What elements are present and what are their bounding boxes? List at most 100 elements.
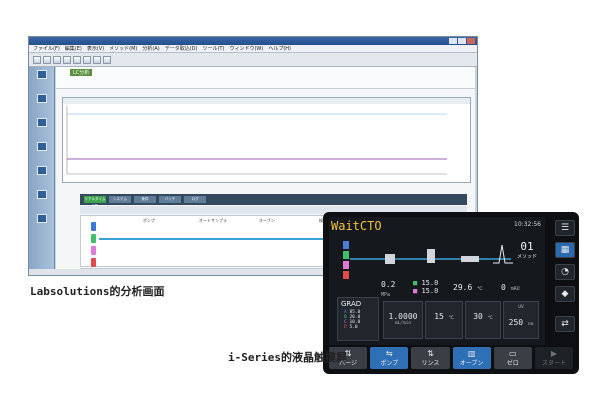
flow-line <box>99 238 349 240</box>
grad-ch-d: D <box>344 325 347 330</box>
panel-button-row: ⇅ パージ ⇆ ポンプ ⇅ リンス ▥ オーブン ▭ ゼロ ▶ スタート <box>329 347 574 369</box>
conditions-tab[interactable]: 条件 <box>134 196 156 203</box>
pump-button[interactable]: ⇆ ポンプ <box>370 347 409 369</box>
c-conc-readout: ■ 15.0 <box>413 287 438 295</box>
zero-button[interactable]: ▭ ゼロ <box>493 347 532 369</box>
bottle-b-icon <box>343 251 349 259</box>
method-indicator[interactable]: 01 メソッド <box>517 240 537 260</box>
toolbar-button[interactable] <box>33 55 41 64</box>
autosampler-temp-value: 15 ℃ <box>426 312 462 321</box>
touch-screen: WaitCTO 10:32:56 01 メソッド 0.2 MPa ■ 15.0 … <box>329 217 545 345</box>
flow-rate-unit: mL/min <box>394 321 412 326</box>
toolbar-button[interactable] <box>63 55 71 64</box>
wavelength-unit: nm <box>527 322 534 327</box>
swap-arrows-icon[interactable]: ⇄ <box>555 316 575 332</box>
window-titlebar <box>29 37 477 45</box>
b-conc-value: 15.0 <box>421 279 439 287</box>
toolbar-button[interactable] <box>53 55 61 64</box>
batch-tab[interactable]: バッチ <box>159 196 181 203</box>
oven-label: オーブン <box>459 359 484 367</box>
nav-item[interactable] <box>31 190 52 208</box>
oven-temp-readout: 29.6 ℃ <box>453 283 483 292</box>
gradient-label: GRAD <box>341 300 362 308</box>
maximize-button[interactable] <box>458 38 466 44</box>
settings-diamond-icon[interactable]: ◆ <box>555 286 575 302</box>
nav-icon <box>36 166 47 175</box>
pump-label: ポンプ <box>143 218 155 223</box>
menubar: ファイル(F) 編集(E) 表示(V) メソッド(M) 分析(A) データ取込(… <box>29 45 477 53</box>
menu-analysis[interactable]: 分析(A) <box>142 45 159 52</box>
menu-help[interactable]: ヘルプ(H) <box>268 45 291 52</box>
caption-labsolutions: Labsolutions的分析画面 <box>30 285 165 298</box>
acquisition-label: LC分析 <box>70 69 93 76</box>
system-tab[interactable]: システム <box>109 196 131 203</box>
c-conc-value: 15.0 <box>421 287 439 295</box>
menu-tools[interactable]: ツール(T) <box>202 45 224 52</box>
menu-method[interactable]: メソッド(M) <box>109 45 137 52</box>
flow-rate-card[interactable]: 1.0000 mL/min <box>383 301 423 339</box>
wavelength-card[interactable]: UV 250 nm <box>503 301 539 339</box>
as-temp-number: 15 <box>434 312 444 321</box>
oven-set-unit: ℃ <box>487 316 493 321</box>
bottle-a-icon <box>343 241 349 249</box>
detector-unit: mAU <box>510 286 520 292</box>
rinse-label: リンス <box>421 359 440 367</box>
touch-panel: WaitCTO 10:32:56 01 メソッド 0.2 MPa ■ 15.0 … <box>323 212 579 374</box>
method-number: 01 <box>520 240 534 253</box>
nav-item[interactable] <box>31 118 52 136</box>
toolbar-button[interactable] <box>43 55 51 64</box>
menu-edit[interactable]: 編集(E) <box>65 45 82 52</box>
nav-icon <box>36 118 47 127</box>
oven-label: オーブン <box>259 218 275 223</box>
system-view-icon[interactable]: ▦ <box>555 242 575 258</box>
start-icon: ▶ <box>550 348 558 358</box>
flow-rate-value: 1.0000 <box>388 312 418 321</box>
status-toolbar: リアルタイム分析 システム 条件 バッチ ログ <box>80 194 467 208</box>
solvent-bottle-b <box>91 234 96 243</box>
nav-item[interactable] <box>31 142 52 160</box>
bottle-d-icon <box>343 271 349 279</box>
pump-icon <box>385 254 395 264</box>
toolbar-button[interactable] <box>83 55 91 64</box>
log-tab[interactable]: ログ <box>184 196 206 203</box>
nav-item[interactable] <box>31 94 52 112</box>
toolbar-button[interactable] <box>73 55 81 64</box>
toolbar-button[interactable] <box>93 55 101 64</box>
nav-item[interactable] <box>31 166 52 184</box>
nav-item[interactable] <box>31 70 52 88</box>
clock-icon[interactable]: ◔ <box>555 264 575 280</box>
start-button[interactable]: ▶ スタート <box>534 347 574 369</box>
panel-clock: 10:32:56 <box>514 221 541 228</box>
toolbar-button[interactable] <box>103 55 111 64</box>
menu-list-icon[interactable]: ☰ <box>555 220 575 236</box>
solvent-bottle-d <box>91 258 96 267</box>
rinse-button[interactable]: ⇅ リンス <box>411 347 450 369</box>
gradient-card[interactable]: GRAD A 85.0 B 20.0 C 10.0 D 5.0 <box>337 297 379 341</box>
menu-file[interactable]: ファイル(F) <box>33 45 60 52</box>
caption-iseries: i-Series的液晶触摸屏 <box>228 351 347 364</box>
oven-set-card[interactable]: 30 ℃ <box>465 301 501 339</box>
menu-window[interactable]: ウィンドウ(W) <box>229 45 263 52</box>
menu-view[interactable]: 表示(V) <box>87 45 104 52</box>
chromatogram-view <box>62 97 471 183</box>
minimize-button[interactable] <box>449 38 457 44</box>
bottle-c-icon <box>343 261 349 269</box>
wavelength-value: 250 nm <box>504 318 538 327</box>
nav-item[interactable] <box>31 214 52 232</box>
detector-readout: 0 mAU <box>501 283 520 292</box>
panel-status-title: WaitCTO <box>331 219 382 233</box>
grad-row-d: D 5.0 <box>338 325 378 330</box>
detector-value: 0 <box>501 283 506 292</box>
close-button[interactable] <box>467 38 475 44</box>
grad-val-d: 5.0 <box>349 325 358 330</box>
oven-button[interactable]: ▥ オーブン <box>452 347 491 369</box>
nav-icon <box>36 94 47 103</box>
start-label: スタート <box>541 359 566 367</box>
autosampler-temp-card[interactable]: 15 ℃ <box>425 301 463 339</box>
realtime-tab[interactable]: リアルタイム分析 <box>84 196 106 208</box>
nav-icon <box>36 70 47 79</box>
panel-flow-diagram <box>343 241 513 279</box>
menu-data[interactable]: データ取込(D) <box>165 45 198 52</box>
pump-icon: ⇆ <box>385 348 393 358</box>
nav-icon <box>36 214 47 223</box>
